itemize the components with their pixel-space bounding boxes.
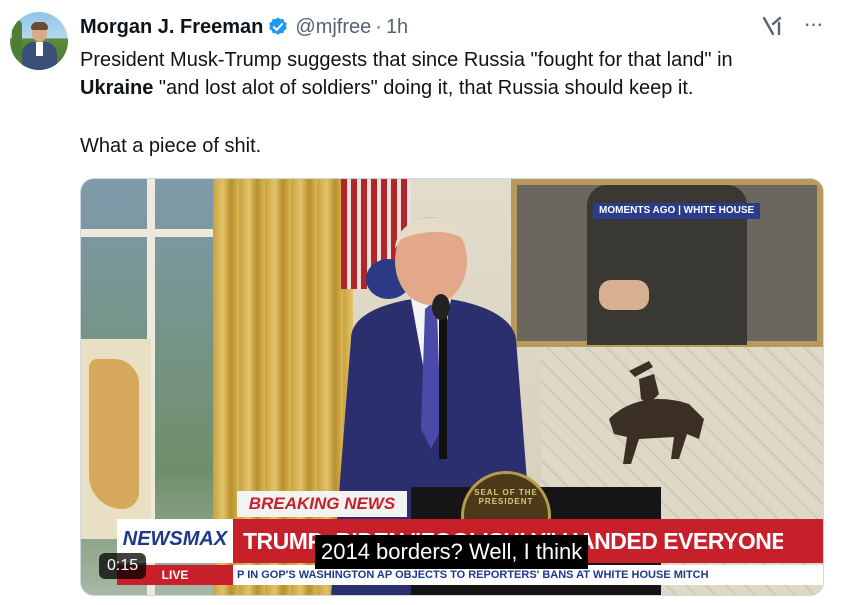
video-map — [81, 339, 151, 539]
author-avatar[interactable] — [10, 12, 68, 70]
author-handle[interactable]: @mjfree — [295, 16, 371, 39]
avatar-shirt — [36, 42, 43, 56]
post-text-line2-rest: "and lost alot of soldiers" doing it, th… — [153, 77, 694, 99]
author-name[interactable]: Morgan J. Freeman — [80, 16, 263, 39]
video-player[interactable]: MOMENTS AGO | WHITE HOUSE SEAL OF THE PR… — [80, 178, 824, 596]
breaking-news-label: BREAKING NEWS — [237, 491, 407, 517]
video-duration: 0:15 — [99, 553, 147, 579]
grok-icon[interactable] — [760, 14, 784, 38]
avatar-tree — [12, 20, 22, 60]
post-text-bold[interactable]: Ukraine — [80, 77, 153, 99]
post-text-line3: What a piece of shit. — [80, 135, 262, 157]
bronze-statue — [609, 361, 704, 464]
video-caption: 2014 borders? Well, I think — [315, 535, 589, 569]
post-header: Morgan J. Freeman @mjfree · 1h — [80, 14, 408, 40]
moments-banner: MOMENTS AGO | WHITE HOUSE — [593, 203, 761, 219]
separator-dot: · — [375, 15, 382, 38]
avatar-hair — [31, 22, 48, 30]
post-time[interactable]: 1h — [386, 16, 408, 39]
seal-text: SEAL OF THE PRESIDENT — [474, 488, 538, 506]
network-name: NEWSMAX — [122, 528, 228, 550]
verified-badge-icon — [269, 17, 288, 35]
post-text-line1: President Musk-Trump suggests that since… — [80, 49, 733, 71]
post-text: President Musk-Trump suggests that since… — [80, 46, 820, 160]
more-icon[interactable]: ··· — [800, 13, 826, 38]
post-text-line2: Ukraine "and lost alot of soldiers" doin… — [80, 74, 820, 102]
